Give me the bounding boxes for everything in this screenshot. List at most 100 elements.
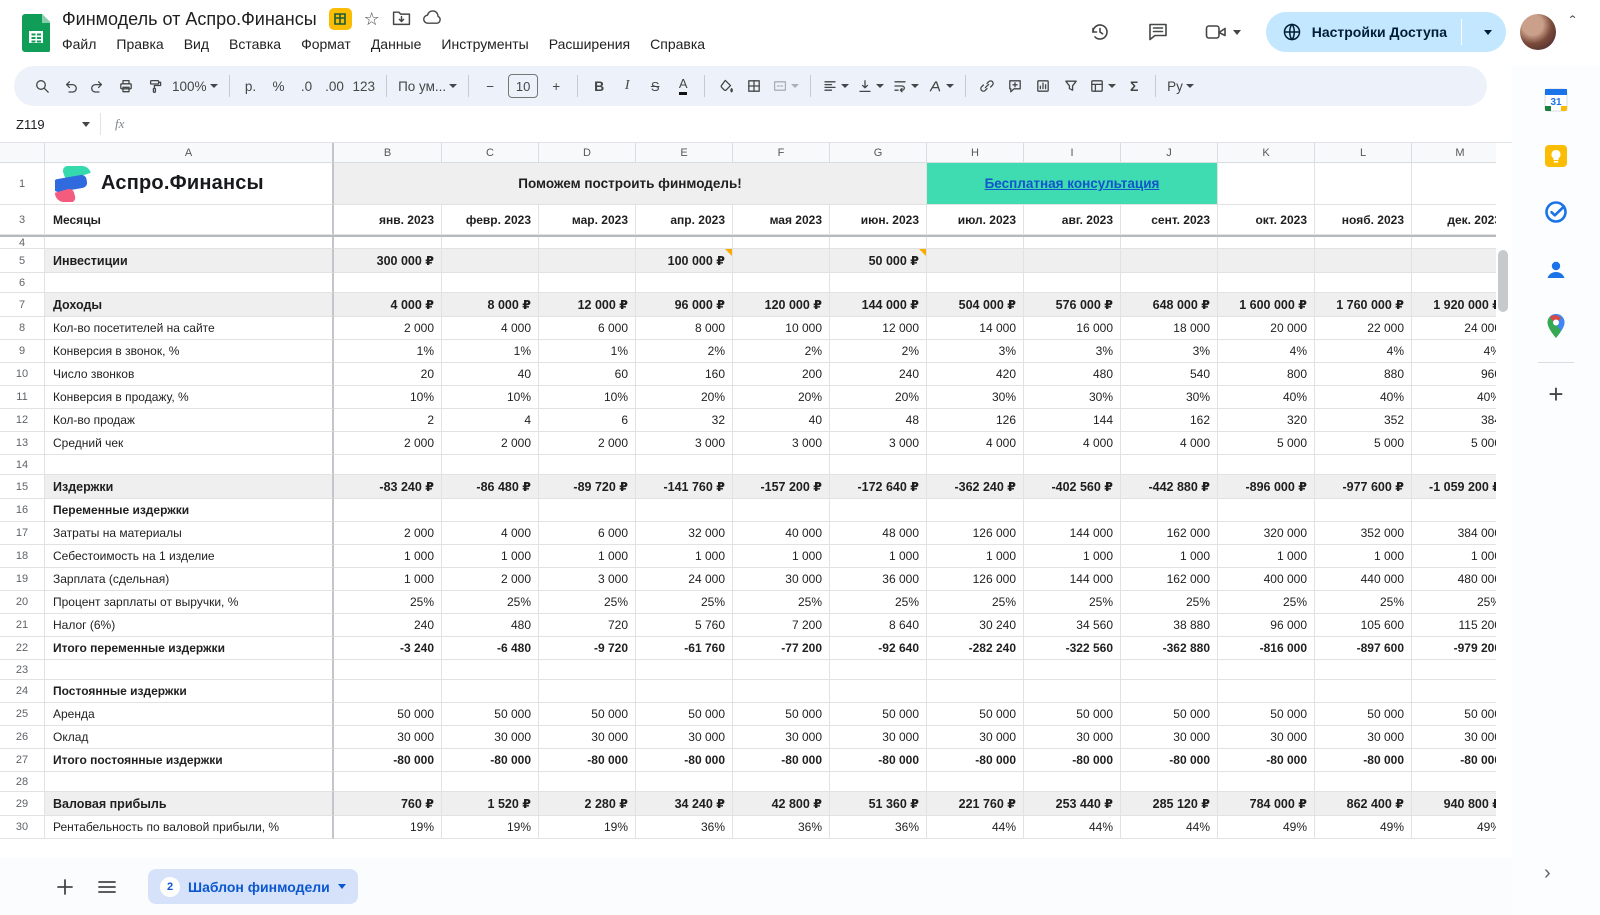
row-label[interactable]: Процент зарплаты от выручки, % [45, 591, 334, 614]
cell[interactable]: 22 000 [1315, 317, 1412, 340]
cell[interactable] [539, 455, 636, 475]
cell[interactable] [1121, 273, 1218, 293]
cell[interactable]: 1% [539, 340, 636, 363]
cell[interactable]: 50 000 [927, 703, 1024, 726]
row-number[interactable]: 8 [0, 317, 45, 340]
comment-icon[interactable] [1001, 72, 1029, 100]
cell[interactable]: 1 000 [334, 545, 442, 568]
cell[interactable]: 36% [636, 816, 733, 839]
cell[interactable]: 34 240 ₽ [636, 792, 733, 816]
cell[interactable] [334, 455, 442, 475]
functions-icon[interactable]: Σ [1120, 72, 1148, 100]
cell[interactable]: -80 000 [927, 749, 1024, 772]
row-label[interactable]: Себестоимость на 1 изделие [45, 545, 334, 568]
cell[interactable]: 3% [1024, 340, 1121, 363]
menu-инструменты[interactable]: Инструменты [441, 36, 528, 52]
cell[interactable]: нояб. 2023 [1315, 205, 1412, 235]
cell[interactable] [1024, 680, 1121, 703]
table-icon-caret[interactable] [1108, 84, 1116, 88]
cell[interactable]: мар. 2023 [539, 205, 636, 235]
cell[interactable]: 1% [442, 340, 539, 363]
cell[interactable] [1218, 455, 1315, 475]
cell[interactable]: 40 000 [733, 522, 830, 545]
cell[interactable]: -141 760 ₽ [636, 475, 733, 499]
cell[interactable]: 4% [1412, 340, 1496, 363]
cell[interactable] [1412, 772, 1496, 792]
cell[interactable]: 30% [1024, 386, 1121, 409]
print-icon[interactable] [112, 72, 140, 100]
cell[interactable]: -157 200 ₽ [733, 475, 830, 499]
cell[interactable] [1218, 660, 1315, 680]
cell[interactable]: 6 [539, 409, 636, 432]
cell[interactable] [830, 455, 927, 475]
row-label[interactable] [45, 772, 334, 792]
cell[interactable]: -1 059 200 ₽ [1412, 475, 1496, 499]
cell[interactable]: 400 000 [1218, 568, 1315, 591]
cell[interactable]: 5 000 [1315, 432, 1412, 455]
cell[interactable]: 49% [1315, 816, 1412, 839]
currency-ruble-format[interactable]: р. [237, 72, 265, 100]
cell[interactable]: 18 000 [1121, 317, 1218, 340]
cell[interactable] [1121, 660, 1218, 680]
cell[interactable] [1024, 499, 1121, 522]
cell[interactable] [1024, 772, 1121, 792]
cell[interactable]: 24 000 [1412, 317, 1496, 340]
chart-icon[interactable] [1029, 72, 1057, 100]
cell[interactable]: 30 000 [1412, 726, 1496, 749]
cell[interactable]: 3 000 [733, 432, 830, 455]
row-label[interactable]: Итого переменные издержки [45, 637, 334, 660]
row-label[interactable]: Налог (6%) [45, 614, 334, 637]
cell[interactable]: 96 000 [1218, 614, 1315, 637]
column-header-L[interactable]: L [1315, 143, 1412, 163]
cell[interactable]: 4 000 [442, 317, 539, 340]
column-header-M[interactable]: M [1412, 143, 1496, 163]
row-number[interactable]: 4 [0, 237, 45, 249]
cell[interactable] [1218, 249, 1315, 273]
cell[interactable]: 5 000 [1218, 432, 1315, 455]
row-number[interactable]: 15 [0, 475, 45, 499]
cell[interactable]: 4 000 [927, 432, 1024, 455]
cell[interactable]: 44% [1121, 816, 1218, 839]
more-formats[interactable]: 123 [349, 72, 380, 100]
horizontal-align-icon-caret[interactable] [841, 84, 849, 88]
cell[interactable]: 115 200 [1412, 614, 1496, 637]
cell[interactable]: 800 [1218, 363, 1315, 386]
calendar-icon[interactable]: 31 [1540, 84, 1572, 116]
row-number[interactable]: 23 [0, 660, 45, 680]
cell[interactable]: -80 000 [830, 749, 927, 772]
cell[interactable]: -172 640 ₽ [830, 475, 927, 499]
cell[interactable]: 25% [1121, 591, 1218, 614]
cell[interactable]: мая 2023 [733, 205, 830, 235]
percent-format[interactable]: % [265, 72, 293, 100]
cell[interactable]: 49% [1412, 816, 1496, 839]
font-size-decrease[interactable]: − [476, 72, 504, 100]
cell[interactable]: 1 600 000 ₽ [1218, 293, 1315, 317]
column-header-J[interactable]: J [1121, 143, 1218, 163]
cell[interactable] [733, 660, 830, 680]
cell[interactable]: 1 000 [1315, 545, 1412, 568]
cell[interactable] [636, 455, 733, 475]
cell[interactable]: окт. 2023 [1218, 205, 1315, 235]
cell[interactable]: 50 000 [334, 703, 442, 726]
vertical-align-icon[interactable] [853, 72, 888, 100]
cell[interactable] [733, 680, 830, 703]
cell[interactable]: 25% [442, 591, 539, 614]
cell[interactable]: -80 000 [1218, 749, 1315, 772]
cell[interactable] [636, 237, 733, 249]
cell[interactable] [539, 772, 636, 792]
cell[interactable] [1024, 249, 1121, 273]
cell[interactable]: 25% [1218, 591, 1315, 614]
cell[interactable]: 144 [1024, 409, 1121, 432]
cell[interactable]: 50 000 [733, 703, 830, 726]
cell[interactable]: 20% [636, 386, 733, 409]
cell[interactable]: -80 000 [1315, 749, 1412, 772]
cell[interactable]: 3% [1121, 340, 1218, 363]
cell[interactable]: 1 920 000 ₽ [1412, 293, 1496, 317]
column-header-K[interactable]: K [1218, 143, 1315, 163]
cell[interactable]: 6 000 [539, 317, 636, 340]
cell[interactable]: 30 000 [733, 726, 830, 749]
cell[interactable]: 40 [733, 409, 830, 432]
cell[interactable]: 25% [1024, 591, 1121, 614]
cell[interactable]: 48 000 [830, 522, 927, 545]
cell[interactable]: 32 [636, 409, 733, 432]
